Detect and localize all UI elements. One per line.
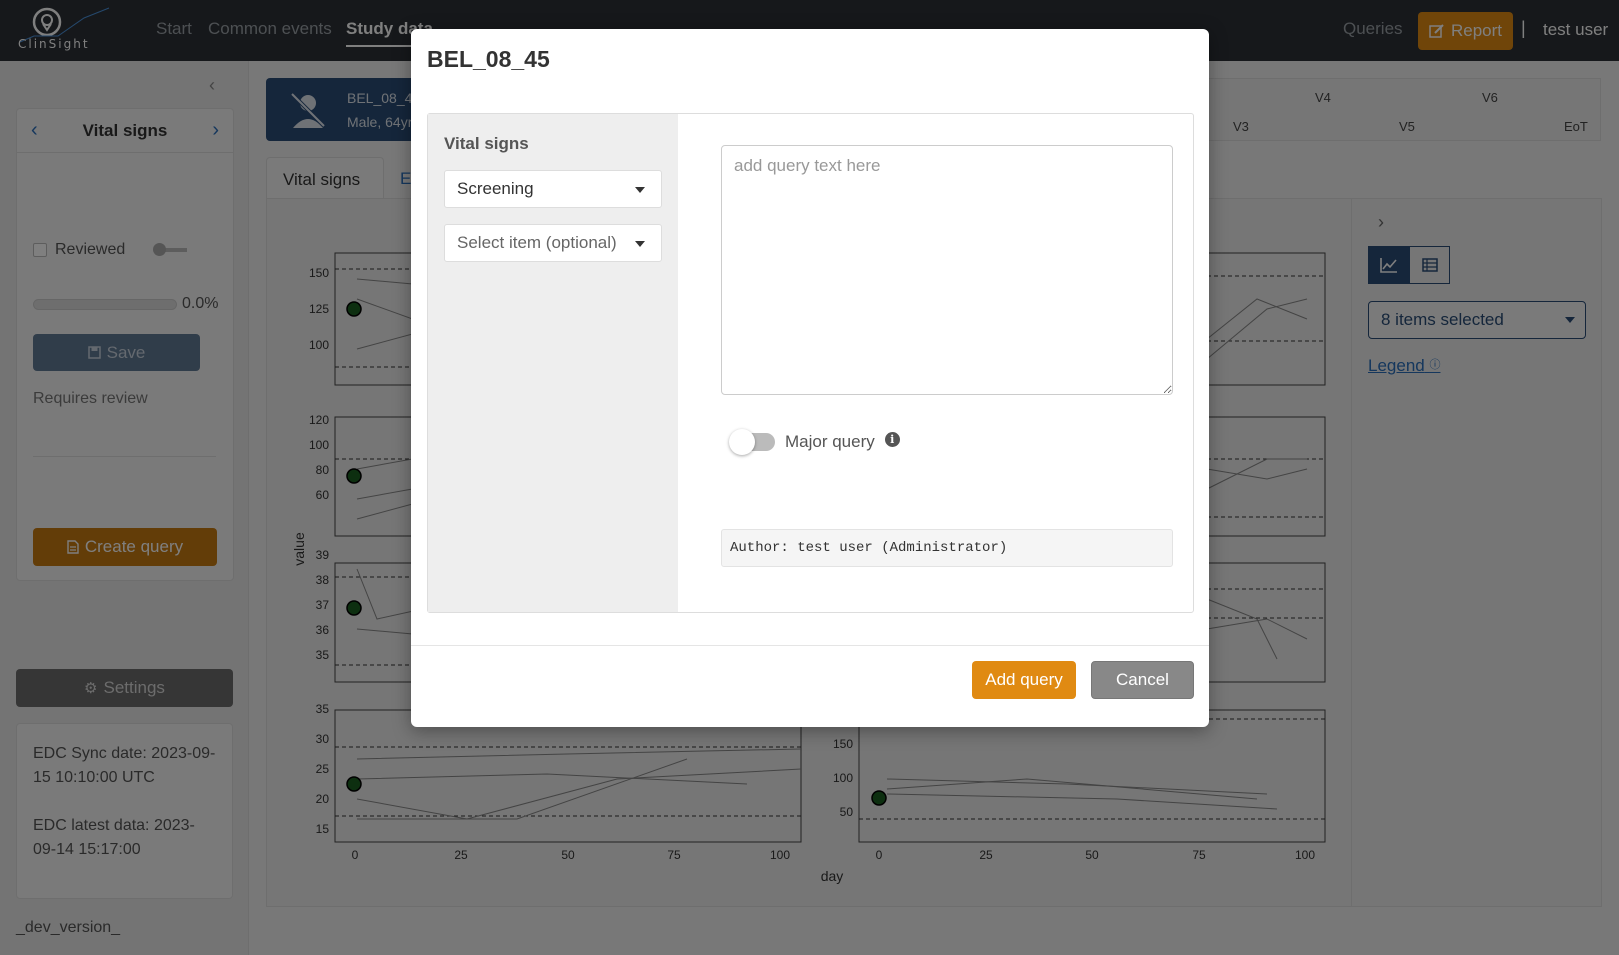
- modal-body: Vital signs Screening Select item (optio…: [427, 113, 1194, 613]
- info-icon[interactable]: i: [884, 431, 900, 447]
- modal-footer-divider: [411, 645, 1209, 646]
- visit-select-value: Screening: [457, 179, 534, 198]
- major-query-label: Major query: [785, 432, 875, 451]
- item-select[interactable]: Select item (optional): [444, 224, 662, 262]
- create-query-modal: BEL_08_45 Vital signs Screening Select i…: [411, 29, 1209, 727]
- item-select-placeholder: Select item (optional): [457, 233, 617, 252]
- author-info: Author: test user (Administrator): [721, 529, 1173, 567]
- form-label: Vital signs: [444, 134, 529, 153]
- modal-title: BEL_08_45: [427, 46, 550, 72]
- query-text-input[interactable]: [721, 145, 1173, 395]
- query-target-panel: Vital signs Screening Select item (optio…: [428, 114, 678, 612]
- caret-down-icon: [635, 187, 645, 193]
- visit-select[interactable]: Screening: [444, 170, 662, 208]
- caret-down-icon: [635, 241, 645, 247]
- add-query-button[interactable]: Add query: [972, 661, 1076, 699]
- major-query-toggle[interactable]: [729, 429, 775, 455]
- major-query-row: Major query i: [729, 429, 900, 455]
- cancel-button[interactable]: Cancel: [1091, 661, 1194, 699]
